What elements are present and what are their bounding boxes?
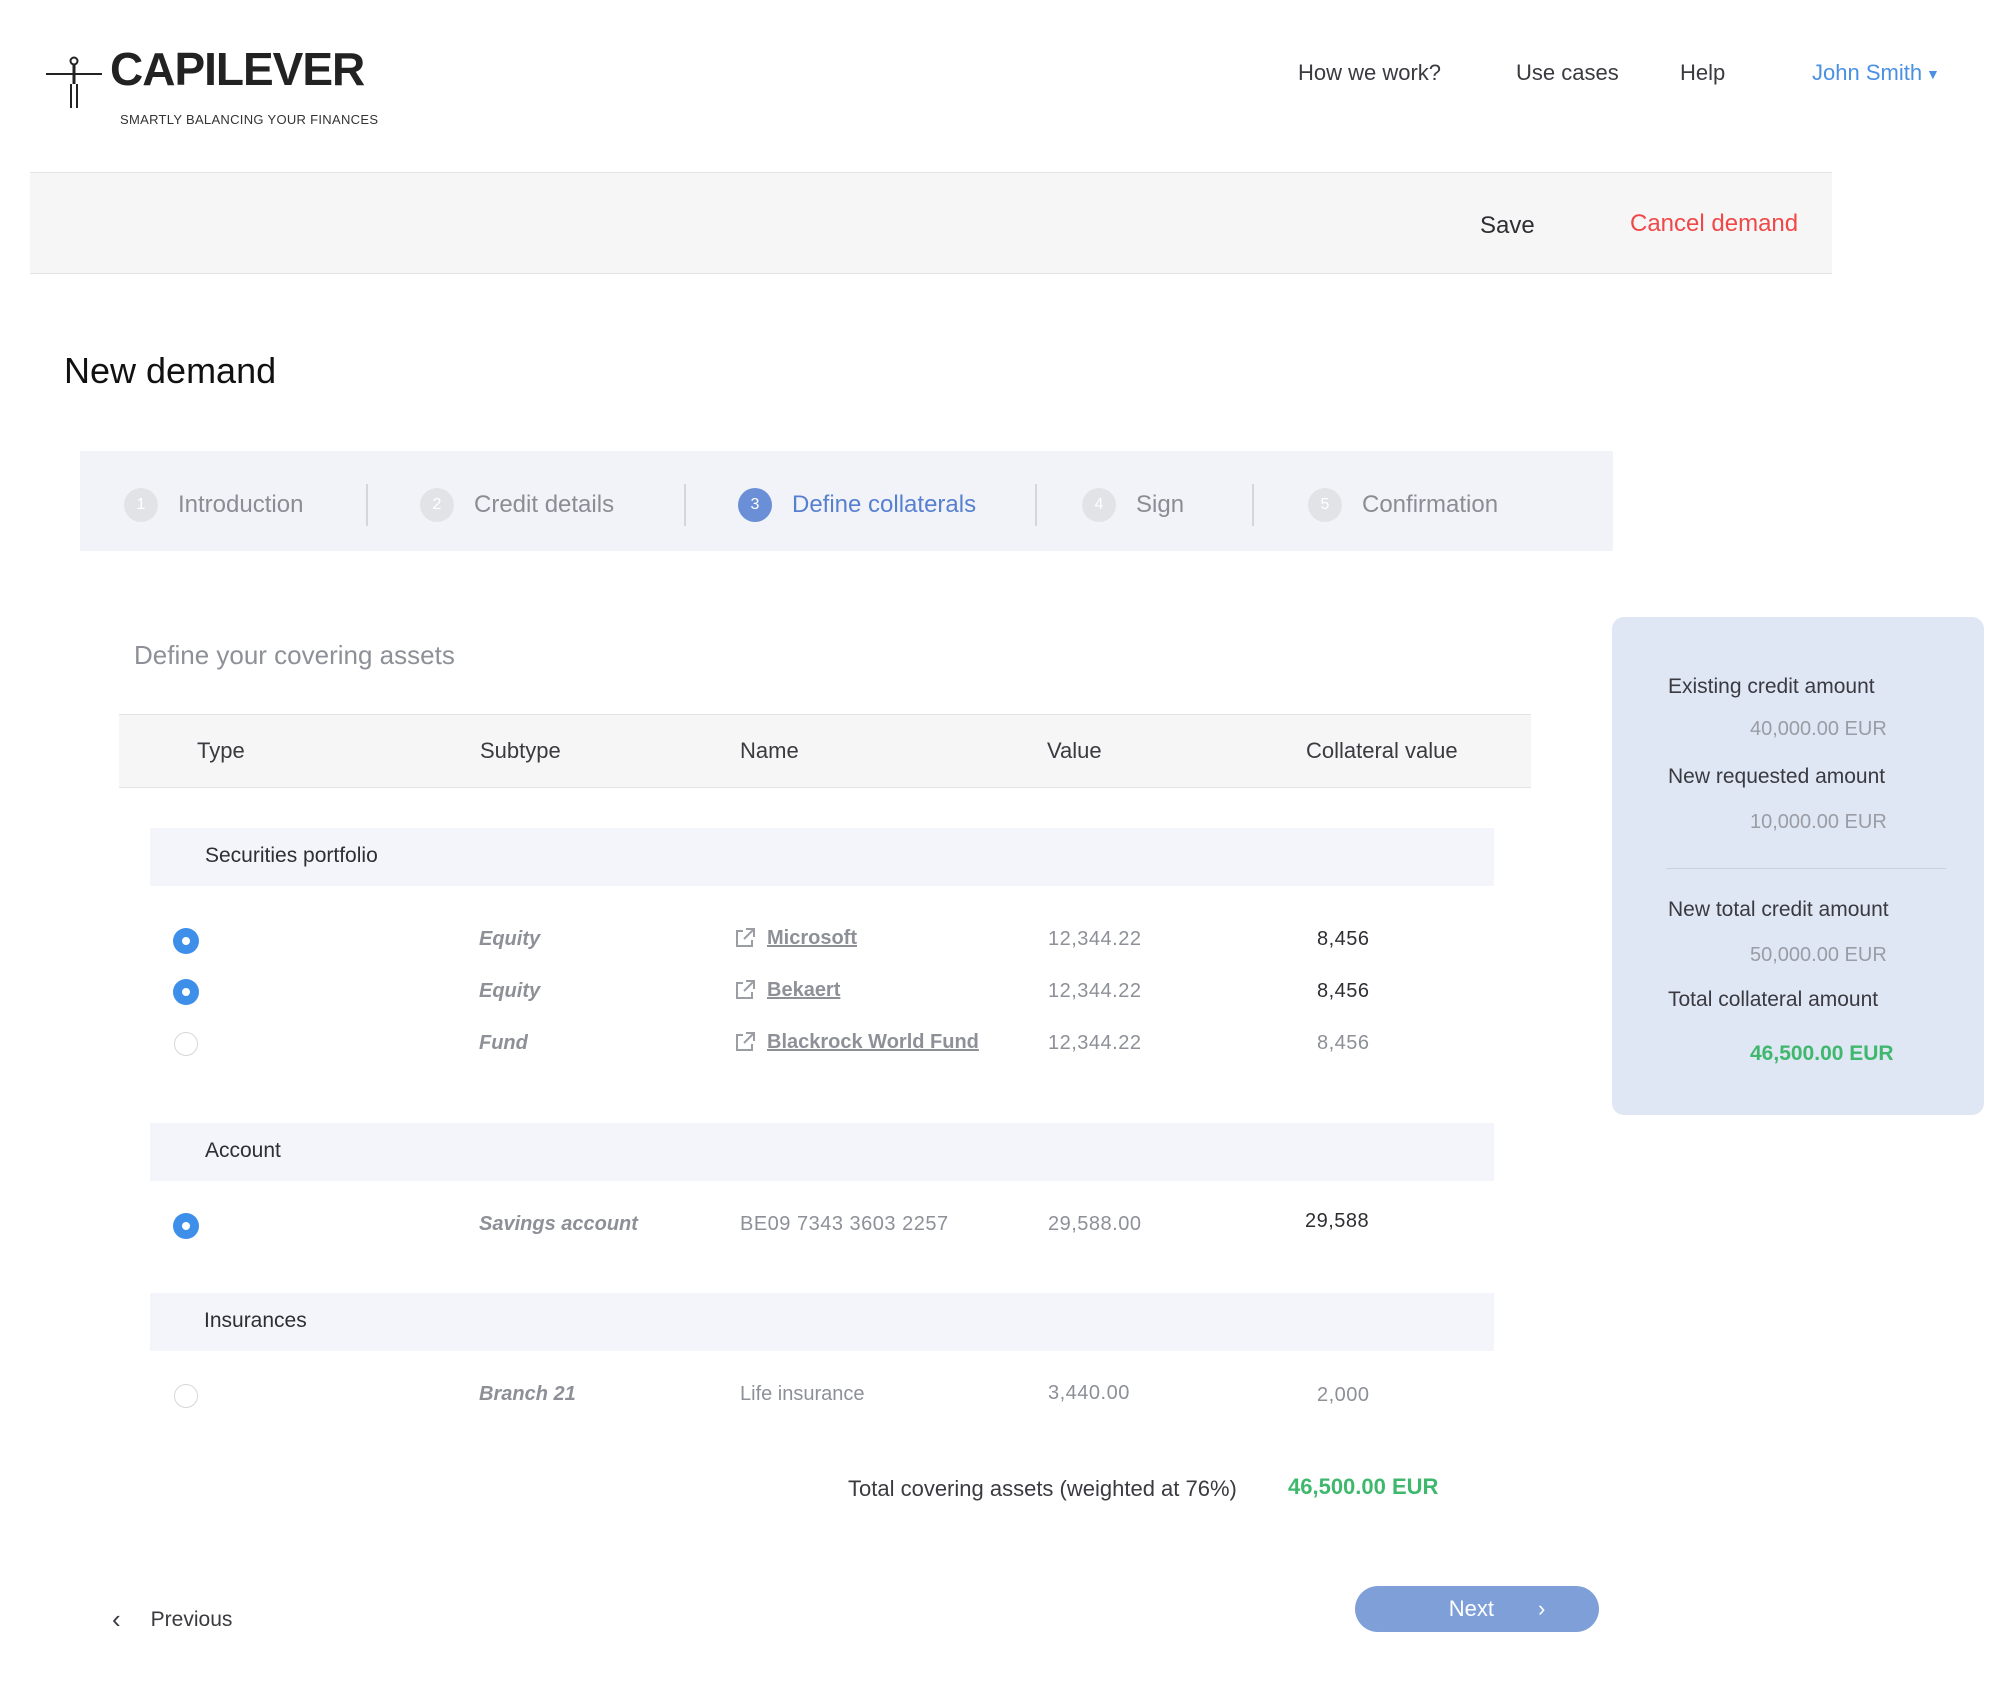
asset-name: Microsoft [767,926,857,949]
previous-button[interactable]: ‹ Previous [112,1604,232,1635]
row-select-radio[interactable] [174,1384,198,1408]
step-introduction[interactable]: 1 Introduction [124,487,303,523]
row-value: 29,588.00 [1048,1213,1142,1235]
column-header-name: Name [740,738,799,763]
row-select-radio[interactable] [174,929,198,953]
step-number: 5 [1308,488,1342,522]
column-header-subtype: Subtype [480,738,561,763]
step-credit-details[interactable]: 2 Credit details [420,487,614,523]
step-confirmation[interactable]: 5 Confirmation [1308,487,1498,523]
row-collateral-value: 29,588 [1305,1210,1370,1232]
group-label: Account [205,1139,281,1162]
section-title: Define your covering assets [134,640,455,670]
total-covering-assets-value: 46,500.00 EUR [1288,1474,1439,1499]
row-value: 3,440.00 [1048,1382,1130,1404]
step-number: 4 [1082,488,1116,522]
total-covering-assets-label: Total covering assets (weighted at 76%) [848,1476,1237,1501]
row-select-radio[interactable] [174,1214,198,1238]
new-total-credit-label: New total credit amount [1668,898,1889,921]
external-link-icon [736,928,755,947]
asset-name: Blackrock World Fund [767,1030,979,1053]
group-header [150,1123,1494,1181]
asset-link-bekaert[interactable]: Bekaert [733,978,840,1002]
next-label: Next [1448,1596,1494,1621]
caret-down-icon[interactable]: ▼ [1926,66,1940,82]
chevron-left-icon: ‹ [112,1604,121,1634]
summary-divider [1666,868,1946,869]
row-collateral-value: 8,456 [1317,980,1370,1002]
group-label: Securities portfolio [205,844,378,867]
step-sign[interactable]: 4 Sign [1082,487,1184,523]
step-label: Confirmation [1362,491,1499,518]
external-link-icon [736,1032,755,1051]
existing-credit-value: 40,000.00 EUR [1750,718,1887,740]
nav-how-we-work[interactable]: How we work? [1298,60,1441,86]
row-value: 12,344.22 [1048,980,1142,1002]
step-divider [1252,484,1254,526]
nav-use-cases[interactable]: Use cases [1516,60,1619,86]
row-name: BE09 7343 3603 2257 [740,1213,949,1235]
step-label: Credit details [474,491,615,518]
column-header-collateral-value: Collateral value [1306,738,1458,763]
brand-tagline: SMARTLY BALANCING YOUR FINANCES [120,112,379,127]
step-label: Define collaterals [792,491,977,518]
row-subtype: Fund [479,1032,528,1054]
row-value: 12,344.22 [1048,928,1142,950]
step-label: Introduction [178,491,304,518]
brand-name[interactable]: CAPILEVER [110,46,365,92]
asset-link-blackrock-world-fund[interactable]: Blackrock World Fund [733,1030,979,1054]
row-subtype: Savings account [479,1213,638,1235]
requested-amount-label: New requested amount [1668,765,1886,788]
external-link-icon [736,980,755,999]
row-select-radio[interactable] [174,980,198,1004]
existing-credit-label: Existing credit amount [1668,675,1875,698]
step-number: 3 [738,488,772,522]
step-number: 1 [124,488,158,522]
step-define-collaterals[interactable]: 3 Define collaterals [738,487,976,523]
logo-icon [46,56,102,108]
row-subtype: Equity [479,928,541,950]
row-collateral-value: 8,456 [1317,1032,1370,1054]
cancel-demand-button[interactable]: Cancel demand [1630,210,1798,238]
row-name: Life insurance [740,1383,865,1405]
group-label: Insurances [204,1309,307,1332]
asset-name: Bekaert [767,978,841,1001]
step-divider [684,484,686,526]
step-divider [1035,484,1037,526]
column-header-type: Type [197,738,245,763]
row-collateral-value: 2,000 [1317,1384,1370,1406]
nav-help[interactable]: Help [1680,60,1725,86]
step-number: 2 [420,488,454,522]
row-collateral-value: 8,456 [1317,928,1370,950]
requested-amount-value: 10,000.00 EUR [1750,811,1887,833]
group-header [150,1293,1494,1351]
row-value: 12,344.22 [1048,1032,1142,1054]
step-divider [366,484,368,526]
page-title: New demand [64,350,277,391]
column-header-value: Value [1047,738,1102,763]
chevron-right-icon: › [1537,1596,1546,1621]
total-collateral-label: Total collateral amount [1668,988,1879,1011]
action-bar [30,172,1832,274]
total-collateral-value: 46,500.00 EUR [1750,1042,1894,1065]
row-subtype: Equity [479,980,541,1002]
save-button[interactable]: Save [1480,212,1535,240]
new-total-credit-value: 50,000.00 EUR [1750,944,1887,966]
row-select-radio[interactable] [174,1032,198,1056]
user-menu[interactable]: John Smith [1812,60,1922,86]
next-button[interactable]: Next › [1355,1586,1599,1632]
previous-label: Previous [150,1607,233,1631]
row-subtype: Branch 21 [479,1383,576,1405]
asset-link-microsoft[interactable]: Microsoft [733,926,857,950]
step-label: Sign [1136,491,1185,518]
